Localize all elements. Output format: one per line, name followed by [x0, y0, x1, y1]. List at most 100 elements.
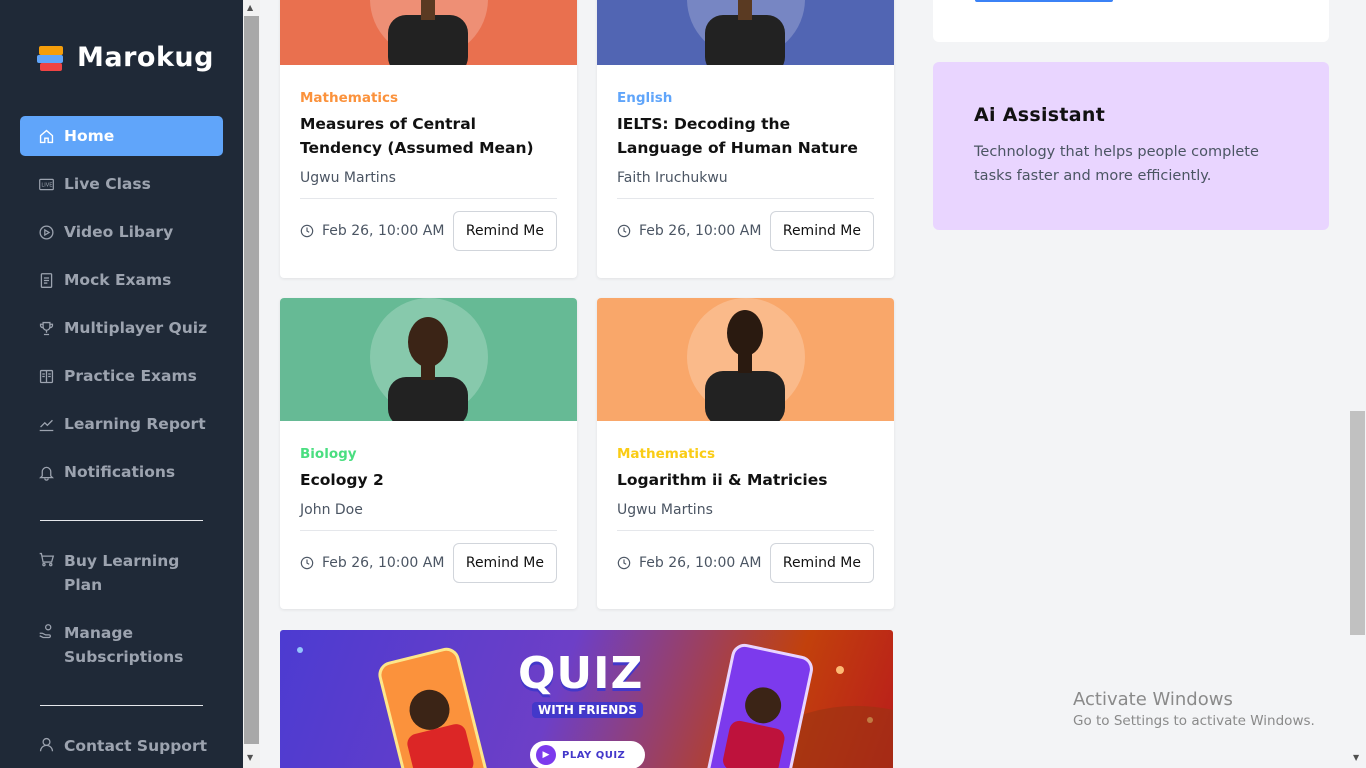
remind-me-button[interactable]: Remind Me — [769, 543, 874, 583]
tutor-photo — [705, 310, 785, 421]
class-title-line: Ecology 2 — [300, 471, 384, 489]
support-icon — [38, 736, 55, 753]
tutor-name: Ugwu Martins — [300, 170, 396, 186]
quiz-banner[interactable]: QUIZ WITH FRIENDS ▶ PLAY QUIZ — [280, 630, 893, 768]
sidebar-divider — [40, 520, 203, 521]
sidebar-item-mock-exams[interactable]: Mock Exams — [20, 260, 223, 300]
tutor-photo — [705, 0, 785, 65]
sidebar-item-label: Learning Report — [64, 415, 206, 433]
class-card[interactable]: Mathematics Measures of Central Tendency… — [280, 0, 577, 278]
sidebar-item-label: Subscriptions — [64, 648, 184, 666]
watermark-subtitle: Go to Settings to activate Windows. — [1073, 713, 1315, 729]
top-widget-button[interactable] — [975, 0, 1113, 2]
scroll-down-arrow-icon[interactable]: ▼ — [247, 753, 253, 762]
app-name: Marokug — [77, 42, 214, 73]
clock-icon — [617, 556, 631, 570]
tutor-name: Faith Iruchukwu — [617, 170, 728, 186]
subject-label: Mathematics — [617, 446, 716, 462]
svg-text:LIVE: LIVE — [41, 182, 52, 188]
sidebar-item-label: Video Libary — [64, 223, 174, 241]
clock-icon — [300, 556, 314, 570]
trophy-icon — [38, 320, 55, 337]
logo-icon — [37, 44, 65, 72]
sidebar-item-label: Contact Support — [64, 737, 208, 755]
subject-label: Biology — [300, 446, 357, 462]
book-icon — [38, 368, 55, 385]
sidebar-item-multiplayer-quiz[interactable]: Multiplayer Quiz — [20, 308, 223, 348]
sidebar-item-practice-exams[interactable]: Practice Exams — [20, 356, 223, 396]
tutor-image — [597, 298, 894, 421]
sidebar-item-label: Manage — [64, 624, 133, 642]
tutor-name: Ugwu Martins — [617, 502, 713, 518]
card-divider — [300, 198, 557, 199]
video-icon — [38, 224, 55, 241]
tutor-image — [280, 0, 577, 65]
sidebar-item-contact-support[interactable]: Contact Support — [38, 734, 207, 758]
class-title: Ecology 2 — [300, 468, 557, 492]
sidebar-item-learning-report[interactable]: Learning Report — [20, 404, 223, 444]
class-title-line: IELTS: Decoding the — [617, 115, 791, 133]
hand-coin-icon — [38, 623, 55, 640]
sidebar-item-notifications[interactable]: Notifications — [20, 452, 223, 492]
ai-assistant-desc-line: tasks faster and more efficiently. — [974, 168, 1212, 184]
sidebar-nav: Home LIVE Live Class Video Libary Mock E… — [20, 116, 223, 500]
sidebar-item-label: Mock Exams — [64, 271, 172, 289]
tutor-image — [597, 0, 894, 65]
quiz-banner-title: QUIZ — [518, 648, 644, 699]
class-title-line: Tendency (Assumed Mean) — [300, 139, 534, 157]
sidebar-item-label: Home — [64, 127, 115, 145]
class-title: Measures of Central Tendency (Assumed Me… — [300, 112, 557, 160]
class-title-line: Language of Human Nature — [617, 139, 858, 157]
class-time: Feb 26, 10:00 AM — [639, 555, 762, 571]
sidebar-item-label: Practice Exams — [64, 367, 197, 385]
card-divider — [300, 530, 557, 531]
tutor-image — [280, 298, 577, 421]
sidebar-item-video-library[interactable]: Video Libary — [20, 212, 223, 252]
card-divider — [617, 530, 874, 531]
bell-icon — [38, 464, 55, 481]
ai-assistant-description: Technology that helps people complete ta… — [974, 140, 1288, 188]
main-scrollbar-thumb[interactable] — [1350, 411, 1365, 635]
remind-me-button[interactable]: Remind Me — [452, 543, 557, 583]
card-divider — [617, 198, 874, 199]
sidebar-item-buy-learning-plan[interactable]: Buy Learning Plan — [38, 549, 179, 597]
live-icon: LIVE — [38, 176, 55, 193]
windows-activation-watermark: Activate Windows Go to Settings to activ… — [1073, 689, 1315, 729]
class-title-line: Logarithm ii & Matricies — [617, 471, 828, 489]
chart-icon — [38, 416, 55, 433]
tutor-photo — [388, 317, 468, 421]
play-quiz-label: PLAY QUIZ — [562, 749, 626, 761]
scroll-up-arrow-icon[interactable]: ▲ — [247, 3, 253, 12]
sidebar-item-label: Plan — [64, 576, 103, 594]
subject-label: Mathematics — [300, 90, 399, 106]
sidebar-item-home[interactable]: Home — [20, 116, 223, 156]
sidebar-item-label: Buy Learning — [64, 552, 180, 570]
subject-label: English — [617, 90, 673, 106]
clock-icon — [617, 224, 631, 238]
class-time: Feb 26, 10:00 AM — [322, 223, 445, 239]
ai-assistant-card[interactable]: Ai Assistant Technology that helps peopl… — [933, 62, 1329, 230]
remind-me-button[interactable]: Remind Me — [452, 211, 557, 251]
class-card[interactable]: English IELTS: Decoding the Language of … — [597, 0, 894, 278]
play-quiz-button[interactable]: ▶ PLAY QUIZ — [530, 741, 645, 768]
tutor-name: John Doe — [300, 502, 363, 518]
remind-me-button[interactable]: Remind Me — [769, 211, 874, 251]
class-card[interactable]: Biology Ecology 2 John Doe Feb 26, 10:00… — [280, 298, 577, 609]
play-icon: ▶ — [536, 745, 556, 765]
sidebar-item-label: Multiplayer Quiz — [64, 319, 208, 337]
class-time: Feb 26, 10:00 AM — [639, 223, 762, 239]
watermark-title: Activate Windows — [1073, 689, 1233, 710]
sidebar-scrollbar-thumb[interactable] — [244, 16, 259, 744]
ai-assistant-title: Ai Assistant — [974, 104, 1106, 126]
scroll-down-arrow-icon[interactable]: ▼ — [1353, 753, 1359, 762]
class-card[interactable]: Mathematics Logarithm ii & Matricies Ugw… — [597, 298, 894, 609]
clock-icon — [300, 224, 314, 238]
class-title: Logarithm ii & Matricies — [617, 468, 874, 492]
sidebar-item-manage-subscriptions[interactable]: Manage Subscriptions — [38, 621, 183, 669]
sidebar-divider — [40, 705, 203, 706]
class-time: Feb 26, 10:00 AM — [322, 555, 445, 571]
logo[interactable]: Marokug — [37, 42, 214, 73]
sidebar-item-live-class[interactable]: LIVE Live Class — [20, 164, 223, 204]
sidebar-item-label: Live Class — [64, 175, 151, 193]
top-widget-card — [933, 0, 1329, 42]
